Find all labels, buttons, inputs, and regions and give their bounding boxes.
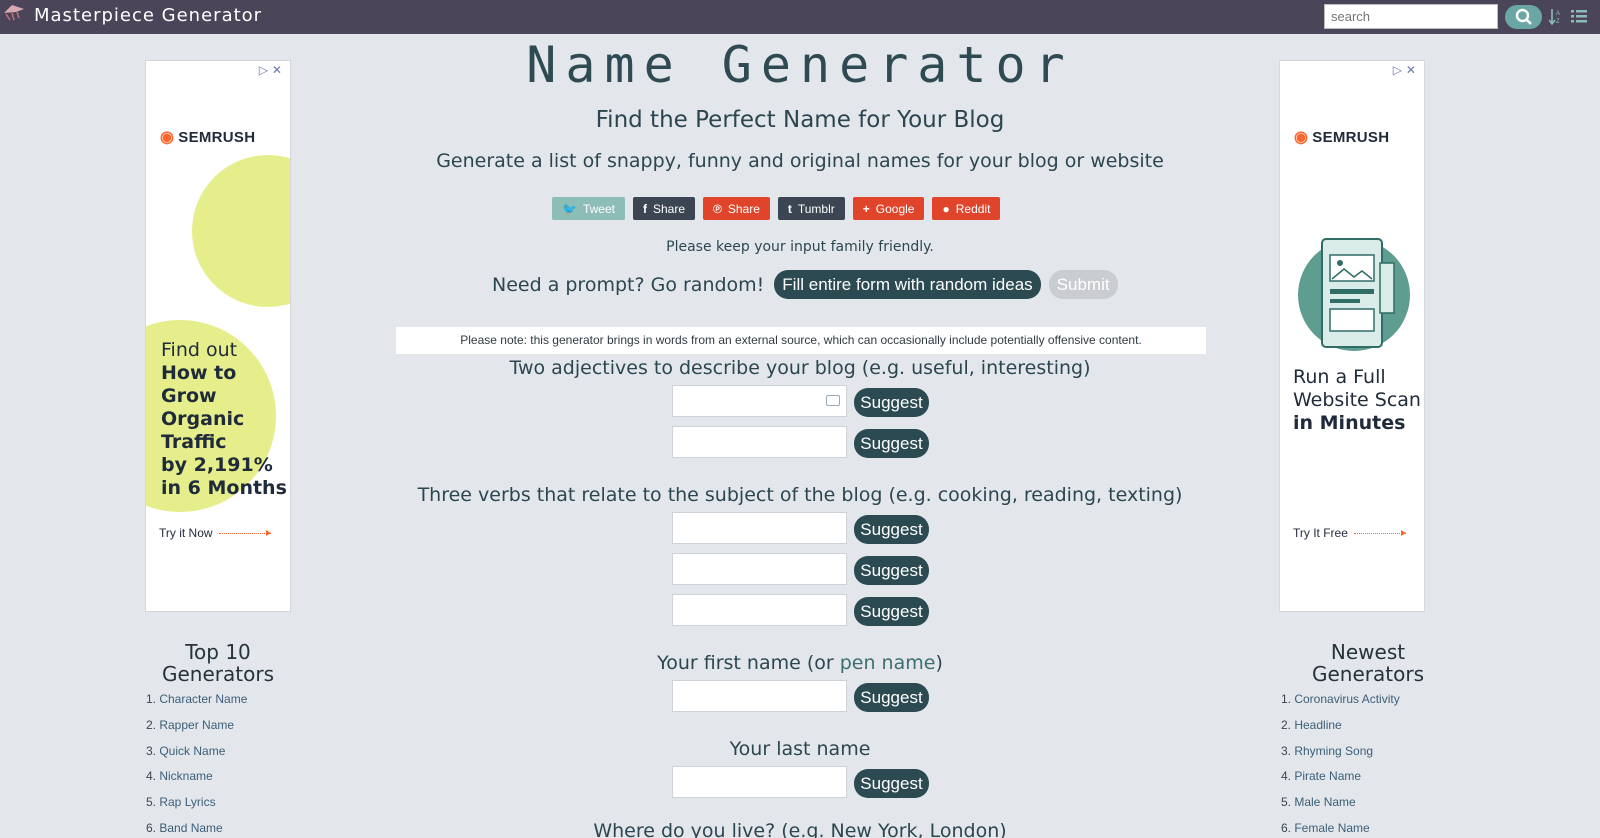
submit-button[interactable]: Submit bbox=[1048, 270, 1118, 299]
share-button-tweet[interactable]: 🐦 Tweet bbox=[552, 197, 625, 220]
suggest-button[interactable]: Suggest bbox=[854, 388, 929, 417]
question-last-name: Your last name bbox=[729, 738, 871, 760]
top-10-list: 1. Character Name 2. Rapper Name 3. Quick … bbox=[146, 692, 247, 838]
adjective-field-1[interactable] bbox=[672, 385, 847, 417]
list-item-number: 4. bbox=[1281, 769, 1295, 784]
question-location: Where do you live? (e.g. New York, Londo… bbox=[593, 820, 1007, 838]
twitter-icon: 🐦 bbox=[562, 201, 577, 216]
page-subtitle: Find the Perfect Name for Your Blog bbox=[595, 107, 1005, 133]
generator-link[interactable]: Character Name bbox=[159, 692, 247, 706]
svg-text:A: A bbox=[1556, 11, 1560, 17]
generator-link[interactable]: Nickname bbox=[159, 769, 212, 783]
share-button-google[interactable]: + Google bbox=[852, 197, 925, 220]
share-buttons: 🐦 Tweet f Share ℗ Share t Tumblr + Google ● Reddit bbox=[552, 197, 1001, 220]
adjective-field-2[interactable] bbox=[672, 426, 847, 458]
list-item-number: 5. bbox=[146, 795, 160, 810]
sort-icon[interactable]: A Z bbox=[1549, 8, 1563, 25]
verb-field-3[interactable] bbox=[672, 594, 847, 626]
google-plus-icon: + bbox=[862, 201, 870, 216]
arrow-right-icon bbox=[1353, 529, 1406, 536]
suggest-button[interactable]: Suggest bbox=[854, 556, 929, 585]
page-intro: Generate a list of snappy, funny and ori… bbox=[436, 150, 1164, 172]
newest-list: 1. Coronavirus Activity 2. Headline 3. Rhy… bbox=[1281, 692, 1400, 838]
search-button[interactable] bbox=[1505, 5, 1542, 29]
suggest-button[interactable]: Suggest bbox=[854, 683, 929, 712]
suggest-button[interactable]: Suggest bbox=[854, 597, 929, 626]
list-item-number: 2. bbox=[1281, 717, 1295, 732]
family-friendly-note: Please keep your input family friendly. bbox=[666, 239, 934, 255]
ad-cta-link[interactable]: Try it Now bbox=[159, 526, 271, 540]
generator-link[interactable]: Rapper Name bbox=[159, 718, 234, 732]
offensive-content-warning: Please note: this generator brings in wo… bbox=[396, 327, 1206, 354]
generator-link[interactable]: Rap Lyrics bbox=[159, 795, 215, 809]
pen-name-link[interactable]: pen name bbox=[840, 652, 936, 674]
advertisement-left[interactable]: ▷✕ ◉ SEMRUSH Find out How to Grow Organi… bbox=[145, 60, 291, 612]
logo-icon[interactable] bbox=[2, 3, 26, 21]
share-button-tumblr[interactable]: t Tumblr bbox=[777, 197, 845, 220]
svg-text:Z: Z bbox=[1556, 19, 1560, 25]
reddit-icon: ● bbox=[942, 201, 950, 216]
list-item: 4. Pirate Name bbox=[1281, 769, 1400, 795]
ad-cta-link[interactable]: Try It Free bbox=[1293, 526, 1406, 540]
question-adjectives: Two adjectives to describe your blog (e.… bbox=[509, 357, 1091, 379]
list-item-number: 4. bbox=[146, 769, 160, 784]
list-item-number: 5. bbox=[1281, 795, 1295, 810]
advertisement-right[interactable]: ▷✕ ◉ SEMRUSH Run a Full Website Scan in … bbox=[1279, 60, 1425, 612]
verb-field-2[interactable] bbox=[672, 553, 847, 585]
search-input[interactable] bbox=[1324, 4, 1498, 29]
list-item: 5. Male Name bbox=[1281, 795, 1400, 821]
last-name-field[interactable] bbox=[672, 766, 847, 798]
generator-link[interactable]: Coronavirus Activity bbox=[1294, 692, 1399, 706]
list-item-number: 1. bbox=[146, 692, 160, 706]
question-first-name: Your first name (or pen name) bbox=[657, 652, 943, 674]
suggest-button[interactable]: Suggest bbox=[854, 429, 929, 458]
list-icon[interactable] bbox=[1571, 9, 1587, 24]
share-button-reddit[interactable]: ● Reddit bbox=[932, 197, 1001, 220]
list-item-number: 1. bbox=[1281, 692, 1295, 706]
first-name-field[interactable] bbox=[672, 680, 847, 712]
prompt-label: Need a prompt? Go random! bbox=[492, 273, 765, 296]
generator-link[interactable]: Pirate Name bbox=[1294, 769, 1361, 783]
pinterest-icon: ℗ bbox=[713, 201, 722, 216]
share-button-share[interactable]: ℗ Share bbox=[703, 197, 770, 220]
question-verbs: Three verbs that relate to the subject o… bbox=[417, 484, 1183, 506]
search-icon bbox=[1515, 8, 1532, 25]
top-bar: Masterpiece Generator A Z bbox=[0, 0, 1600, 34]
suggest-button[interactable]: Suggest bbox=[854, 769, 929, 798]
fill-random-button[interactable]: Fill entire form with random ideas bbox=[774, 270, 1041, 299]
facebook-icon: f bbox=[642, 201, 647, 216]
random-prompt-row: Need a prompt? Go random! Fill entire fo… bbox=[492, 270, 1118, 299]
list-item: 1. Character Name bbox=[146, 692, 247, 718]
brand-name[interactable]: Masterpiece Generator bbox=[34, 5, 262, 26]
autofill-card-icon[interactable] bbox=[826, 395, 840, 406]
arrow-right-icon bbox=[218, 529, 271, 536]
verb-field-1[interactable] bbox=[672, 512, 847, 544]
page-title: Name Generator bbox=[526, 36, 1074, 94]
list-item: 1. Coronavirus Activity bbox=[1281, 692, 1400, 718]
generator-link[interactable]: Male Name bbox=[1294, 795, 1355, 809]
share-button-share[interactable]: f Share bbox=[632, 197, 695, 220]
list-item: 4. Nickname bbox=[146, 769, 247, 795]
tumblr-icon: t bbox=[787, 201, 792, 216]
suggest-button[interactable]: Suggest bbox=[854, 515, 929, 544]
list-item: 5. Rap Lyrics bbox=[146, 795, 247, 821]
list-item-number: 2. bbox=[146, 717, 160, 732]
generator-link[interactable]: Headline bbox=[1294, 718, 1341, 732]
